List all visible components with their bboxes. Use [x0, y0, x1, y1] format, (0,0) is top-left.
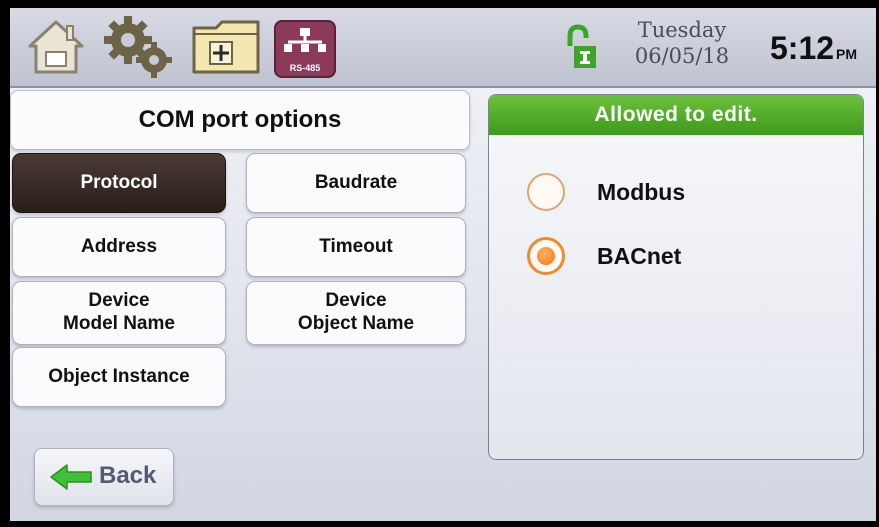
- rs485-network-icon[interactable]: RS-485: [274, 20, 336, 78]
- protocol-options-panel: Allowed to edit. Modbus BACnet: [488, 94, 864, 460]
- clock-time: 5:12: [770, 30, 835, 66]
- back-button[interactable]: Back: [34, 448, 174, 506]
- modbus-option[interactable]: Modbus: [527, 173, 847, 215]
- top-bar: RS-485 Tuesday 06/05/18 5:12 PM: [10, 8, 876, 88]
- unlocked-padlock-icon[interactable]: [564, 24, 596, 70]
- modbus-label: Modbus: [597, 179, 686, 205]
- date-label: 06/05/18: [634, 44, 730, 68]
- rs485-label: RS-485: [289, 63, 321, 73]
- bacnet-option[interactable]: BACnet: [527, 237, 847, 279]
- weekday-label: Tuesday: [637, 18, 727, 42]
- back-label: Back: [99, 462, 157, 489]
- bacnet-label: BACnet: [597, 243, 682, 269]
- gear-icon[interactable]: [102, 14, 176, 80]
- device-model-name-button[interactable]: Device Model Name: [12, 281, 226, 345]
- protocol-button[interactable]: Protocol: [12, 153, 226, 213]
- clock-ampm: PM: [836, 46, 858, 62]
- page-title: COM port options: [10, 90, 470, 150]
- add-folder-icon[interactable]: [190, 16, 262, 76]
- home-icon[interactable]: [24, 16, 88, 76]
- address-button[interactable]: Address: [12, 217, 226, 277]
- arrow-left-icon: [50, 464, 92, 490]
- panel-header: Allowed to edit.: [489, 95, 863, 135]
- timeout-button[interactable]: Timeout: [246, 217, 466, 277]
- object-instance-button[interactable]: Object Instance: [12, 347, 226, 407]
- bacnet-radio[interactable]: [527, 237, 565, 275]
- clock: 5:12 PM: [770, 30, 857, 67]
- network-topology-icon: [284, 28, 326, 52]
- touchscreen: RS-485 Tuesday 06/05/18 5:12 PM COM port …: [10, 8, 876, 521]
- baudrate-button[interactable]: Baudrate: [246, 153, 466, 213]
- device-object-name-button[interactable]: Device Object Name: [246, 281, 466, 345]
- modbus-radio[interactable]: [527, 173, 565, 211]
